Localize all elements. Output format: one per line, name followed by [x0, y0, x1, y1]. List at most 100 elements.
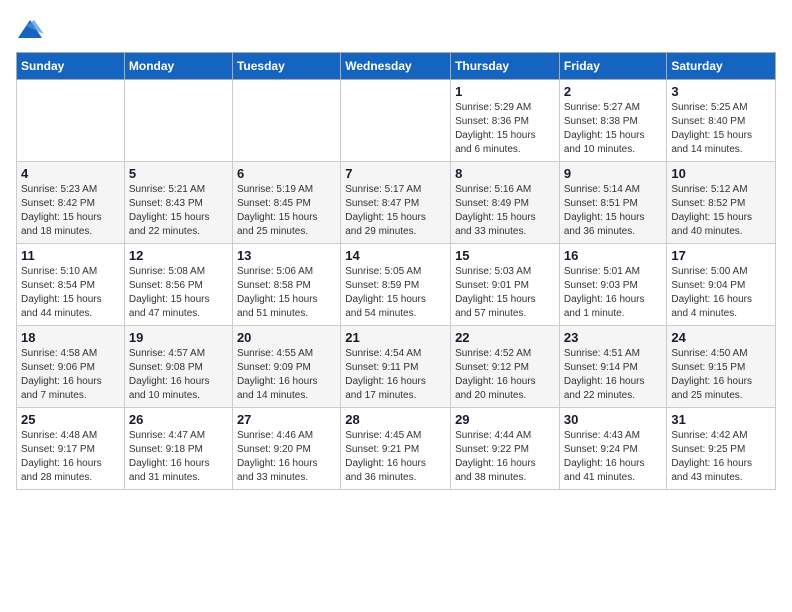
day-number: 24	[671, 330, 771, 345]
calendar-cell	[232, 80, 340, 162]
calendar-cell: 8 Sunrise: 5:16 AM Sunset: 8:49 PM Daylig…	[451, 162, 560, 244]
calendar-cell: 14 Sunrise: 5:05 AM Sunset: 8:59 PM Dayli…	[341, 244, 451, 326]
weekday-header: Sunday	[17, 53, 125, 80]
calendar-cell: 26 Sunrise: 4:47 AM Sunset: 9:18 PM Dayli…	[124, 408, 232, 490]
day-info: Sunrise: 4:42 AM Sunset: 9:25 PM Dayligh…	[671, 429, 771, 485]
calendar-week-row: 11Sunrise: 5:10 AM Sunset: 8:54 PM Dayli…	[17, 244, 776, 326]
calendar-cell: 29 Sunrise: 4:44 AM Sunset: 9:22 PM Dayli…	[451, 408, 560, 490]
weekday-header: Saturday	[667, 53, 776, 80]
day-info: Sunrise: 5:05 AM Sunset: 8:59 PM Dayligh…	[345, 265, 446, 321]
day-info: Sunrise: 5:06 AM Sunset: 8:58 PM Dayligh…	[237, 265, 336, 321]
day-info: Sunrise: 4:48 AM Sunset: 9:17 PM Dayligh…	[21, 429, 120, 485]
weekday-header: Tuesday	[232, 53, 340, 80]
day-info: Sunrise: 5:21 AM Sunset: 8:43 PM Dayligh…	[129, 183, 228, 239]
day-info: Sunrise: 4:54 AM Sunset: 9:11 PM Dayligh…	[345, 347, 446, 403]
calendar-cell: 30Sunrise: 4:43 AM Sunset: 9:24 PM Dayli…	[559, 408, 667, 490]
calendar-cell: 17Sunrise: 5:00 AM Sunset: 9:04 PM Dayli…	[667, 244, 776, 326]
calendar-cell: 28Sunrise: 4:45 AM Sunset: 9:21 PM Dayli…	[341, 408, 451, 490]
calendar-cell	[341, 80, 451, 162]
day-info: Sunrise: 5:23 AM Sunset: 8:42 PM Dayligh…	[21, 183, 120, 239]
day-number: 27	[237, 412, 336, 427]
day-number: 7	[345, 166, 446, 181]
day-number: 3	[671, 84, 771, 99]
day-number: 11	[21, 248, 120, 263]
day-number: 26	[129, 412, 228, 427]
calendar-cell: 22 Sunrise: 4:52 AM Sunset: 9:12 PM Dayli…	[451, 326, 560, 408]
calendar-cell: 6 Sunrise: 5:19 AM Sunset: 8:45 PM Daylig…	[232, 162, 340, 244]
calendar-cell: 18 Sunrise: 4:58 AM Sunset: 9:06 PM Dayli…	[17, 326, 125, 408]
day-number: 21	[345, 330, 446, 345]
day-info: Sunrise: 4:44 AM Sunset: 9:22 PM Dayligh…	[455, 429, 555, 485]
day-info: Sunrise: 4:52 AM Sunset: 9:12 PM Dayligh…	[455, 347, 555, 403]
day-number: 8	[455, 166, 555, 181]
day-number: 10	[671, 166, 771, 181]
calendar-cell: 3 Sunrise: 5:25 AM Sunset: 8:40 PM Daylig…	[667, 80, 776, 162]
day-number: 25	[21, 412, 120, 427]
calendar-cell: 1 Sunrise: 5:29 AM Sunset: 8:36 PM Daylig…	[451, 80, 560, 162]
day-number: 5	[129, 166, 228, 181]
day-number: 2	[564, 84, 663, 99]
weekday-header: Friday	[559, 53, 667, 80]
calendar-week-row: 18 Sunrise: 4:58 AM Sunset: 9:06 PM Dayli…	[17, 326, 776, 408]
day-number: 18	[21, 330, 120, 345]
day-number: 1	[455, 84, 555, 99]
day-info: Sunrise: 4:43 AM Sunset: 9:24 PM Dayligh…	[564, 429, 663, 485]
weekday-header: Monday	[124, 53, 232, 80]
calendar-week-row: 25 Sunrise: 4:48 AM Sunset: 9:17 PM Dayli…	[17, 408, 776, 490]
day-number: 23	[564, 330, 663, 345]
day-number: 13	[237, 248, 336, 263]
calendar-cell: 24 Sunrise: 4:50 AM Sunset: 9:15 PM Dayli…	[667, 326, 776, 408]
calendar-cell: 12 Sunrise: 5:08 AM Sunset: 8:56 PM Dayli…	[124, 244, 232, 326]
day-number: 17	[671, 248, 771, 263]
calendar-cell: 9 Sunrise: 5:14 AM Sunset: 8:51 PM Daylig…	[559, 162, 667, 244]
page-header	[16, 16, 776, 44]
day-number: 29	[455, 412, 555, 427]
day-info: Sunrise: 4:51 AM Sunset: 9:14 PM Dayligh…	[564, 347, 663, 403]
day-number: 6	[237, 166, 336, 181]
calendar-cell: 19 Sunrise: 4:57 AM Sunset: 9:08 PM Dayli…	[124, 326, 232, 408]
calendar-cell: 5 Sunrise: 5:21 AM Sunset: 8:43 PM Daylig…	[124, 162, 232, 244]
day-info: Sunrise: 5:08 AM Sunset: 8:56 PM Dayligh…	[129, 265, 228, 321]
day-number: 22	[455, 330, 555, 345]
day-number: 16	[564, 248, 663, 263]
logo-icon	[16, 16, 44, 44]
day-info: Sunrise: 5:03 AM Sunset: 9:01 PM Dayligh…	[455, 265, 555, 321]
calendar-table: SundayMondayTuesdayWednesdayThursdayFrid…	[16, 52, 776, 490]
calendar-cell: 2Sunrise: 5:27 AM Sunset: 8:38 PM Daylig…	[559, 80, 667, 162]
weekday-header: Wednesday	[341, 53, 451, 80]
day-number: 12	[129, 248, 228, 263]
calendar-cell: 23 Sunrise: 4:51 AM Sunset: 9:14 PM Dayli…	[559, 326, 667, 408]
day-number: 19	[129, 330, 228, 345]
calendar-cell: 31Sunrise: 4:42 AM Sunset: 9:25 PM Dayli…	[667, 408, 776, 490]
calendar-cell: 21 Sunrise: 4:54 AM Sunset: 9:11 PM Dayli…	[341, 326, 451, 408]
day-number: 14	[345, 248, 446, 263]
day-info: Sunrise: 5:29 AM Sunset: 8:36 PM Dayligh…	[455, 101, 555, 157]
calendar-header-row: SundayMondayTuesdayWednesdayThursdayFrid…	[17, 53, 776, 80]
calendar-cell: 16 Sunrise: 5:01 AM Sunset: 9:03 PM Dayli…	[559, 244, 667, 326]
calendar-cell: 15 Sunrise: 5:03 AM Sunset: 9:01 PM Dayli…	[451, 244, 560, 326]
logo	[16, 16, 48, 44]
day-info: Sunrise: 5:14 AM Sunset: 8:51 PM Dayligh…	[564, 183, 663, 239]
day-info: Sunrise: 5:17 AM Sunset: 8:47 PM Dayligh…	[345, 183, 446, 239]
day-info: Sunrise: 4:47 AM Sunset: 9:18 PM Dayligh…	[129, 429, 228, 485]
day-number: 15	[455, 248, 555, 263]
day-info: Sunrise: 5:01 AM Sunset: 9:03 PM Dayligh…	[564, 265, 663, 321]
day-info: Sunrise: 5:12 AM Sunset: 8:52 PM Dayligh…	[671, 183, 771, 239]
day-info: Sunrise: 4:45 AM Sunset: 9:21 PM Dayligh…	[345, 429, 446, 485]
day-info: Sunrise: 4:55 AM Sunset: 9:09 PM Dayligh…	[237, 347, 336, 403]
calendar-week-row: 1 Sunrise: 5:29 AM Sunset: 8:36 PM Daylig…	[17, 80, 776, 162]
day-info: Sunrise: 5:25 AM Sunset: 8:40 PM Dayligh…	[671, 101, 771, 157]
day-info: Sunrise: 5:19 AM Sunset: 8:45 PM Dayligh…	[237, 183, 336, 239]
weekday-header: Thursday	[451, 53, 560, 80]
day-number: 4	[21, 166, 120, 181]
calendar-cell: 4 Sunrise: 5:23 AM Sunset: 8:42 PM Daylig…	[17, 162, 125, 244]
calendar-cell: 10 Sunrise: 5:12 AM Sunset: 8:52 PM Dayli…	[667, 162, 776, 244]
day-info: Sunrise: 4:58 AM Sunset: 9:06 PM Dayligh…	[21, 347, 120, 403]
day-info: Sunrise: 4:57 AM Sunset: 9:08 PM Dayligh…	[129, 347, 228, 403]
day-info: Sunrise: 4:50 AM Sunset: 9:15 PM Dayligh…	[671, 347, 771, 403]
day-info: Sunrise: 5:16 AM Sunset: 8:49 PM Dayligh…	[455, 183, 555, 239]
calendar-cell: 13 Sunrise: 5:06 AM Sunset: 8:58 PM Dayli…	[232, 244, 340, 326]
calendar-cell: 7 Sunrise: 5:17 AM Sunset: 8:47 PM Daylig…	[341, 162, 451, 244]
day-number: 9	[564, 166, 663, 181]
day-number: 20	[237, 330, 336, 345]
